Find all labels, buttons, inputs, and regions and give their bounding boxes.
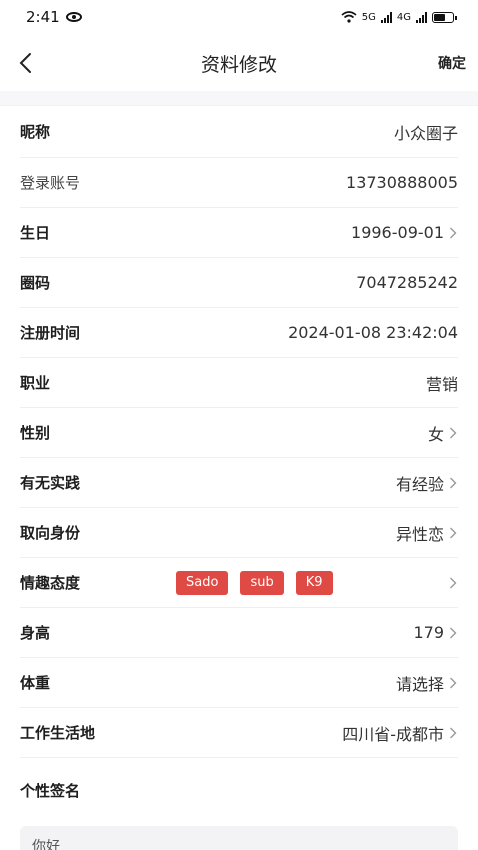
field-row: 昵称 小众圈子 [20,106,458,158]
field-value: 1996-09-01 [351,223,444,242]
field-label: 职业 [20,374,51,392]
interest-tags: Sado sub K9 [176,570,448,595]
interest-tag: K9 [295,570,333,595]
back-button[interactable] [18,48,38,78]
chevron-right-icon [448,726,458,740]
field-row: 登录账号 13730888005 [20,158,458,208]
location-row[interactable]: 工作生活地 四川省-成都市 [20,708,458,758]
page-title: 资料修改 [200,53,277,76]
field-value: 2024-01-08 23:42:04 [288,323,458,342]
height-label: 身高 [20,624,51,642]
chevron-left-icon [19,53,31,73]
chevron-right-icon [448,476,458,490]
eye-icon [65,12,82,22]
chevron-right-icon [448,576,458,590]
section-divider [0,91,478,105]
field-value: 小众圈子 [393,123,458,143]
confirm-button[interactable]: 确定 [438,53,466,73]
interest-tag: Sado [176,570,229,595]
field-label: 昵称 [20,123,51,141]
chevron-right-icon [448,676,458,690]
interest-tag: sub [240,570,284,595]
wifi-icon [341,11,357,23]
field-row: 圈码 7047285242 [20,258,458,308]
weight-row[interactable]: 体重 请选择 [20,658,458,708]
field-label: 登录账号 [20,174,81,192]
orientation-label: 取向身份 [20,524,81,542]
field-value: 营销 [425,374,458,394]
network-label: 5G [361,11,376,23]
field-label: 圈码 [20,274,51,292]
field-value: 7047285242 [356,273,458,292]
chevron-right-icon [448,226,458,240]
signal-icon-2 [416,11,427,23]
height-value: 179 [413,623,444,642]
height-row[interactable]: 身高 179 [20,608,458,658]
nav-bar: 资料修改 确定 [0,34,478,92]
signature-label: 个性签名 [20,781,81,800]
field-label: 性别 [20,424,51,442]
status-time: 2:41 [26,8,60,26]
interest-label: 情趣态度 [20,574,81,592]
battery-icon [432,11,457,23]
chevron-right-icon [448,526,458,540]
profile-form: 昵称 小众圈子登录账号 13730888005 生日 1996-09-01 圈码 70472… [0,105,478,850]
weight-value: 请选择 [395,674,444,694]
field-row: 注册时间 2024-01-08 23:42:04 [20,308,458,358]
chevron-right-icon [448,426,458,440]
field-value: 13730888005 [346,173,458,192]
practice-value: 有经验 [395,474,444,494]
location-value: 四川省-成都市 [342,724,444,744]
field-row[interactable]: 性别 女 [20,408,458,458]
field-label: 注册时间 [20,324,81,342]
weight-label: 体重 [20,674,51,692]
status-bar: 2:41 5G 4G [0,0,478,34]
signal-icon [380,11,392,23]
network-label-2: 4G [396,11,411,23]
location-label: 工作生活地 [20,724,96,742]
practice-label: 有无实践 [20,474,81,492]
field-label: 生日 [20,224,51,242]
field-row: 职业 营销 [20,358,458,408]
signature-input[interactable]: 你好 [20,826,458,850]
orientation-row[interactable]: 取向身份 异性恋 [20,508,458,558]
orientation-value: 异性恋 [395,524,444,544]
interest-row[interactable]: 情趣态度 Sado sub K9 [20,558,458,608]
field-row[interactable]: 生日 1996-09-01 [20,208,458,258]
chevron-right-icon [448,626,458,640]
field-value: 女 [427,424,444,444]
practice-row[interactable]: 有无实践 有经验 [20,458,458,508]
